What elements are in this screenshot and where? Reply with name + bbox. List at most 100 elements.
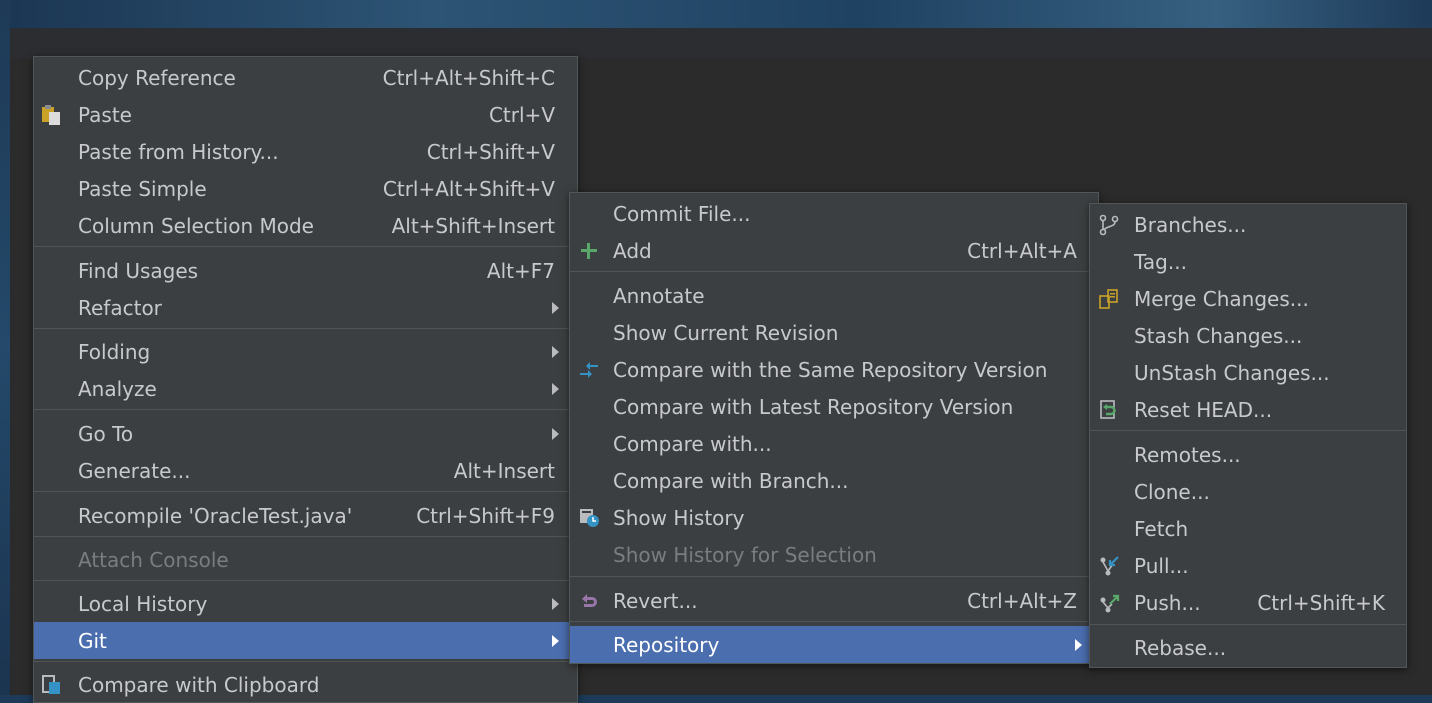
- menu-item-recompile[interactable]: Recompile 'OracleTest.java' Ctrl+Shift+F…: [34, 497, 577, 534]
- menu-item-label: Folding: [78, 339, 151, 364]
- menu-item-compare-same-repository-version[interactable]: Compare with the Same Repository Version: [570, 351, 1098, 388]
- menu-separator: [34, 409, 577, 410]
- menu-item-label: Add: [613, 238, 652, 263]
- menu-item-show-current-revision[interactable]: Show Current Revision: [570, 314, 1098, 351]
- menu-item-rebase[interactable]: Rebase...: [1090, 629, 1406, 666]
- submenu-arrow-icon: [552, 382, 559, 395]
- menu-item-compare-with-clipboard[interactable]: Compare with Clipboard: [34, 666, 577, 703]
- menu-item-refactor[interactable]: Refactor: [34, 289, 577, 326]
- menu-separator: [34, 661, 577, 662]
- menu-item-label: Refactor: [78, 295, 162, 320]
- menu-item-git[interactable]: Git: [34, 622, 577, 659]
- menu-item-shortcut: Ctrl+Alt+Z: [967, 588, 1077, 613]
- menu-item-label: Local History: [78, 591, 208, 616]
- submenu-arrow-icon: [552, 427, 559, 440]
- menu-item-label: Analyze: [78, 376, 157, 401]
- menu-separator: [34, 328, 577, 329]
- menu-item-label: Merge Changes...: [1134, 286, 1309, 311]
- menu-item-label: Compare with Clipboard: [78, 672, 320, 697]
- menu-item-fetch[interactable]: Fetch: [1090, 510, 1406, 547]
- menu-item-label: Attach Console: [78, 547, 229, 572]
- menu-item-label: Commit File...: [613, 201, 751, 226]
- menu-item-revert[interactable]: Revert... Ctrl+Alt+Z: [570, 582, 1098, 619]
- menu-separator: [1090, 430, 1406, 431]
- menu-item-label: Paste: [78, 102, 132, 127]
- menu-item-compare-with-branch[interactable]: Compare with Branch...: [570, 462, 1098, 499]
- repository-submenu: Branches... Tag... Merge Changes... Stas…: [1089, 203, 1407, 668]
- menu-item-column-selection-mode[interactable]: Column Selection Mode Alt+Shift+Insert: [34, 207, 577, 244]
- menu-item-label: Fetch: [1134, 516, 1189, 541]
- menu-item-tag[interactable]: Tag...: [1090, 243, 1406, 280]
- reset-icon: [1098, 399, 1120, 421]
- menu-item-push[interactable]: Push... Ctrl+Shift+K: [1090, 584, 1406, 621]
- submenu-arrow-icon: [552, 345, 559, 358]
- plus-icon: [578, 240, 600, 262]
- menu-item-local-history[interactable]: Local History: [34, 585, 577, 622]
- menu-item-find-usages[interactable]: Find Usages Alt+F7: [34, 252, 577, 289]
- menu-item-label: Compare with the Same Repository Version: [613, 357, 1048, 382]
- menu-item-shortcut: Ctrl+Shift+F9: [416, 503, 555, 528]
- menu-separator: [34, 580, 577, 581]
- menu-item-label: Show History: [613, 505, 745, 530]
- history-icon: [578, 507, 600, 529]
- menu-item-label: Git: [78, 628, 107, 653]
- menu-item-add[interactable]: Add Ctrl+Alt+A: [570, 232, 1098, 269]
- clipboard-paste-icon: [40, 104, 62, 126]
- menu-item-pull[interactable]: Pull...: [1090, 547, 1406, 584]
- push-icon: [1098, 592, 1120, 614]
- menu-item-show-history[interactable]: Show History: [570, 499, 1098, 536]
- submenu-arrow-icon: [552, 634, 559, 647]
- menu-item-label: Go To: [78, 421, 134, 446]
- menu-item-reset-head[interactable]: Reset HEAD...: [1090, 391, 1406, 428]
- menu-item-merge-changes[interactable]: Merge Changes...: [1090, 280, 1406, 317]
- menu-item-paste[interactable]: Paste Ctrl+V: [34, 96, 577, 133]
- menu-item-label: Remotes...: [1134, 442, 1241, 467]
- menu-item-label: UnStash Changes...: [1134, 360, 1330, 385]
- menu-item-folding[interactable]: Folding: [34, 333, 577, 370]
- merge-icon: [1098, 288, 1120, 310]
- menu-item-label: Repository: [613, 632, 720, 657]
- submenu-arrow-icon: [1075, 638, 1082, 651]
- menu-item-label: Reset HEAD...: [1134, 397, 1273, 422]
- menu-item-label: Tag...: [1134, 249, 1187, 274]
- menu-item-branches[interactable]: Branches...: [1090, 206, 1406, 243]
- menu-item-clone[interactable]: Clone...: [1090, 473, 1406, 510]
- menu-separator: [34, 536, 577, 537]
- window-edge: [0, 0, 10, 695]
- revert-icon: [578, 590, 600, 612]
- menu-item-unstash-changes[interactable]: UnStash Changes...: [1090, 354, 1406, 391]
- menu-separator: [34, 491, 577, 492]
- menu-item-compare-with[interactable]: Compare with...: [570, 425, 1098, 462]
- menu-item-repository[interactable]: Repository: [570, 626, 1098, 663]
- menu-item-shortcut: Ctrl+Shift+K: [1257, 590, 1385, 615]
- menu-item-stash-changes[interactable]: Stash Changes...: [1090, 317, 1406, 354]
- submenu-arrow-icon: [552, 301, 559, 314]
- menu-item-commit-file[interactable]: Commit File...: [570, 195, 1098, 232]
- desktop-background: [0, 0, 1432, 28]
- menu-item-shortcut: Ctrl+Alt+A: [967, 238, 1077, 263]
- menu-item-label: Recompile 'OracleTest.java': [78, 503, 353, 528]
- menu-item-remotes[interactable]: Remotes...: [1090, 436, 1406, 473]
- menu-item-label: Revert...: [613, 588, 698, 613]
- menu-item-label: Annotate: [613, 283, 705, 308]
- menu-item-compare-latest-repository-version[interactable]: Compare with Latest Repository Version: [570, 388, 1098, 425]
- menu-separator: [570, 576, 1098, 577]
- submenu-arrow-icon: [552, 597, 559, 610]
- menu-item-copy-reference[interactable]: Copy Reference Ctrl+Alt+Shift+C: [34, 59, 577, 96]
- menu-item-paste-from-history[interactable]: Paste from History... Ctrl+Shift+V: [34, 133, 577, 170]
- git-submenu: Commit File... Add Ctrl+Alt+A Annotate S…: [569, 192, 1099, 664]
- menu-item-label: Find Usages: [78, 258, 199, 283]
- menu-item-generate[interactable]: Generate... Alt+Insert: [34, 452, 577, 489]
- menu-item-shortcut: Ctrl+V: [488, 102, 555, 127]
- menu-item-paste-simple[interactable]: Paste Simple Ctrl+Alt+Shift+V: [34, 170, 577, 207]
- menu-item-shortcut: Ctrl+Alt+Shift+V: [382, 176, 555, 201]
- menu-item-analyze[interactable]: Analyze: [34, 370, 577, 407]
- menu-item-attach-console: Attach Console: [34, 541, 577, 578]
- menu-item-label: Column Selection Mode: [78, 213, 314, 238]
- menu-separator: [34, 246, 577, 247]
- menu-item-label: Pull...: [1134, 553, 1189, 578]
- compare-arrows-icon: [578, 359, 600, 381]
- menu-item-label: Branches...: [1134, 212, 1247, 237]
- menu-item-go-to[interactable]: Go To: [34, 415, 577, 452]
- menu-item-annotate[interactable]: Annotate: [570, 277, 1098, 314]
